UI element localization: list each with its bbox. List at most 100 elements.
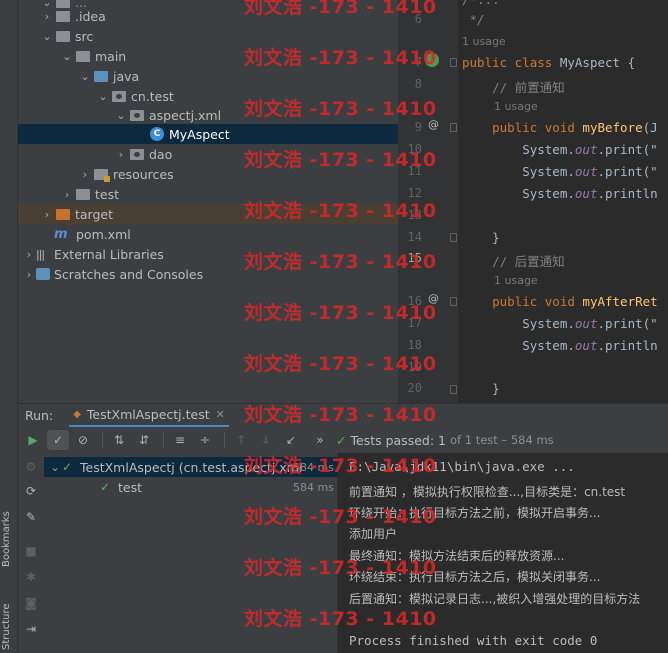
exit-icon[interactable]: ⇥ (20, 619, 42, 639)
folder-icon (76, 188, 90, 200)
code-line-6: */ (462, 12, 485, 27)
rerun-icon[interactable]: ▶ (22, 430, 44, 450)
console-exit-line: Process finished with exit code 0 (349, 633, 598, 648)
console-line: 环绕结束：执行目标方法之后，模拟关闭事务... (349, 570, 601, 584)
junit-icon: ◆ (73, 408, 81, 420)
libraries-icon: ||| (36, 247, 45, 261)
tests-passed-label: Tests passed: (350, 432, 435, 448)
left-tool-strip: Bookmarks Structure (0, 0, 18, 653)
passed-icon: ✓ (62, 460, 73, 474)
console-line: 添加用户 (349, 527, 398, 541)
line-number: 10 (407, 142, 422, 156)
maven-icon: m (54, 226, 68, 242)
package-icon (130, 148, 144, 160)
code-editor[interactable]: /*... */ 1 usage public class MyAspect {… (458, 0, 668, 403)
check-icon: ✓ (336, 432, 347, 448)
code-line-5: /*... (462, 0, 500, 7)
more-icon[interactable]: » (309, 430, 331, 450)
tree-row-myaspect[interactable]: C MyAspect (18, 124, 398, 144)
tree-row-main[interactable]: ⌄ main (18, 46, 398, 66)
run-side-toolbar: ⚙ ⟳ ✎ ■ ✱ ◙ ⇥ (18, 453, 44, 653)
line-number: 20 (407, 381, 422, 395)
down-icon[interactable]: ↓ (255, 430, 277, 450)
usage-hint[interactable]: 1 usage (494, 100, 538, 113)
tree-row-src[interactable]: ⌄ src (18, 26, 398, 46)
tree-row-test[interactable]: › test (18, 184, 398, 204)
code-line-8: // 前置通知 (462, 80, 565, 95)
line-number: 16 (407, 294, 422, 308)
test-row-class[interactable]: ⌄ ✓ TestXmlAspectj (cn.test.aspectj.xml … (44, 457, 338, 477)
show-ignored-icon[interactable]: ⊘ (72, 430, 94, 450)
stop-icon[interactable]: ■ (20, 541, 42, 561)
code-line-20: } (462, 381, 500, 396)
fold-marker[interactable] (450, 123, 457, 132)
folder-icon (76, 50, 90, 62)
collapse-all-icon[interactable]: ÷ (194, 430, 216, 450)
tree-row-dao[interactable]: › dao (18, 144, 398, 164)
class-icon: C (150, 127, 164, 141)
spring-bean-icon[interactable] (425, 53, 439, 67)
package-icon (130, 109, 144, 121)
annotation-icon[interactable]: @ (428, 118, 439, 131)
sort-duration-icon[interactable]: ⇵ (133, 430, 155, 450)
line-number: 19 (407, 360, 422, 374)
fold-marker[interactable] (450, 297, 457, 306)
annotation-icon[interactable]: @ (428, 292, 439, 305)
fold-marker[interactable] (450, 385, 457, 394)
tree-row-resources[interactable]: › resources (18, 164, 398, 184)
sort-alpha-icon[interactable]: ⇅ (108, 430, 130, 450)
tree-row-pom[interactable]: m pom.xml (18, 224, 398, 244)
passed-icon: ✓ (100, 480, 111, 494)
settings-icon[interactable]: ✱ (20, 567, 42, 587)
tree-row-idea[interactable]: › .idea (18, 6, 398, 26)
test-row-method[interactable]: ✓ test 584 ms (44, 477, 338, 497)
editor-gutter: 6 7 8 9 10 11 12 13 14 15 16 17 18 19 20… (398, 0, 458, 403)
line-number: 7 (414, 55, 422, 69)
run-tab[interactable]: ◆ TestXmlAspectj.test ✕ (69, 404, 229, 428)
run-toolbar: ▶ ✓ ⊘ ⇅ ⇵ ≡ ÷ ↑ ↓ ↙ » ✓ Tests passed: 1 … (18, 427, 668, 453)
source-folder-icon (94, 70, 108, 82)
line-number: 11 (407, 164, 422, 178)
bookmarks-tab[interactable]: Bookmarks (1, 505, 17, 567)
tree-row-external-libraries[interactable]: › ||| External Libraries (18, 244, 398, 264)
tests-passed-summary: of 1 test – 584 ms (450, 433, 554, 447)
code-line-12: System.out.println (462, 186, 658, 201)
line-number: 18 (407, 338, 422, 352)
expand-all-icon[interactable]: ≡ (169, 430, 191, 450)
line-number: 14 (407, 230, 422, 244)
console-command: E:\Java\jdk11\bin\java.exe ... (349, 459, 575, 474)
usage-hint[interactable]: 1 usage (462, 35, 506, 48)
tree-row-target[interactable]: › target (18, 204, 398, 224)
code-line-11: System.out.print(" (462, 164, 658, 179)
show-passed-icon[interactable]: ✓ (47, 430, 69, 450)
tree-row-scratches[interactable]: › Scratches and Consoles (18, 264, 398, 284)
tree-row-cn-test[interactable]: ⌄ cn.test (18, 86, 398, 106)
usage-hint[interactable]: 1 usage (494, 274, 538, 287)
project-tree: ⌄ ... › .idea ⌄ src ⌄ main ⌄ java ⌄ cn.t… (18, 0, 398, 403)
code-line-16: public void myAfterRet (462, 294, 658, 309)
wrench-icon[interactable]: ✎ (20, 507, 42, 527)
structure-tab[interactable]: Structure (1, 598, 17, 650)
tree-row-java[interactable]: ⌄ java (18, 66, 398, 86)
fold-marker[interactable] (450, 58, 457, 67)
test-results-tree: ⌄ ✓ TestXmlAspectj (cn.test.aspectj.xml … (44, 453, 338, 653)
restart-icon[interactable]: ⟳ (20, 481, 42, 501)
up-icon[interactable]: ↑ (230, 430, 252, 450)
debug-icon[interactable]: ⚙ (20, 457, 42, 477)
import-tests-icon[interactable]: ↙ (280, 430, 302, 450)
tests-passed-count: 1 (438, 432, 446, 448)
run-tool-window-header: Run: ◆ TestXmlAspectj.test ✕ (18, 403, 668, 428)
camera-icon[interactable]: ◙ (20, 593, 42, 613)
close-icon[interactable]: ✕ (216, 408, 225, 421)
run-title: Run: (25, 408, 54, 423)
package-icon (112, 90, 126, 102)
code-line-14: } (462, 230, 500, 245)
code-line-15: // 后置通知 (462, 254, 565, 269)
tree-row-aspectj-xml[interactable]: ⌄ aspectj.xml (18, 105, 398, 125)
line-number: 13 (407, 208, 422, 222)
fold-marker[interactable] (450, 233, 457, 242)
line-number-current: 15 (407, 251, 422, 265)
resources-folder-icon (94, 168, 110, 182)
code-line-10: System.out.print(" (462, 142, 658, 157)
console-output[interactable]: E:\Java\jdk11\bin\java.exe ... 前置通知 ，模拟执… (338, 453, 668, 653)
